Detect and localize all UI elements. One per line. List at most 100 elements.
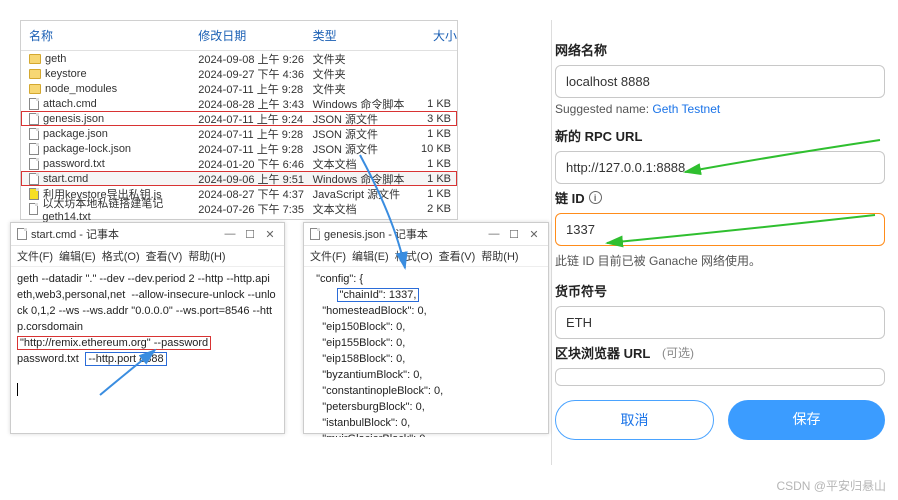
label-chain-id: 链 ID i [555,188,885,207]
file-size: 1 KB [407,128,457,140]
file-row[interactable]: password.txt2024-01-20 下午 6:46文本文档1 KB [21,156,457,171]
menu-edit[interactable]: 编辑(E) [350,248,391,264]
file-date: 2024-08-28 上午 3:43 [198,96,312,112]
file-type: JSON 源文件 [313,126,408,142]
file-type: Windows 命令脚本 [313,96,408,112]
input-currency[interactable]: ETH [555,306,885,339]
info-icon[interactable]: i [589,191,602,204]
file-explorer: 名称 修改日期 类型 大小 geth2024-09-08 上午 9:26文件夹k… [20,20,458,220]
file-size: 1 KB [407,158,457,170]
file-type: Windows 命令脚本 [313,171,408,187]
cmd-text-1: geth --datadir "." --dev --dev.period 2 … [17,273,276,333]
file-row[interactable]: node_modules 2024-07-11 上午 9:28文件夹 [21,81,457,96]
highlight-http-port: --http.port 8888 [85,352,166,366]
file-icon [29,128,39,140]
file-icon [29,158,39,170]
input-chain-id[interactable]: 1337 [555,213,885,246]
cancel-button[interactable]: 取消 [555,400,714,440]
file-name: 以太坊本地私链搭建笔记geth14.txt [42,195,198,223]
highlight-chainid: "chainId": 1337, [337,288,420,302]
titlebar[interactable]: genesis.json - 记事本 — ☐ ✕ [304,223,548,246]
label-network-name: 网络名称 [555,40,885,59]
suggested-name-link[interactable]: Geth Testnet [652,102,720,116]
col-size[interactable]: 大小 [407,25,457,46]
file-date: 2024-09-08 上午 9:26 [198,51,312,67]
button-row: 取消 保存 [555,400,885,440]
file-name: start.cmd [43,173,88,185]
file-date: 2024-08-27 下午 4:37 [198,186,312,202]
maximize-button[interactable]: ☐ [242,228,258,241]
menu-view[interactable]: 查看(V) [144,248,185,264]
minimize-button[interactable]: — [222,228,238,240]
file-size: 1 KB [407,188,457,200]
menu-format[interactable]: 格式(O) [393,248,435,264]
json-line: "config": { [310,273,363,285]
file-icon [29,188,39,200]
minimize-button[interactable]: — [486,228,502,240]
file-date: 2024-07-11 上午 9:28 [198,81,312,97]
col-date[interactable]: 修改日期 [198,25,312,46]
divider [551,20,552,465]
label-currency: 货币符号 [555,281,885,300]
title-text: start.cmd - 记事本 [31,226,119,242]
folder-icon [29,54,41,64]
menu-edit[interactable]: 编辑(E) [57,248,98,264]
file-row[interactable]: package.json 2024-07-11 上午 9:28JSON 源文件1 … [21,126,457,141]
menu-bar[interactable]: 文件(F) 编辑(E) 格式(O) 查看(V) 帮助(H) [11,246,284,267]
suggested-name: Suggested name: Geth Testnet [555,102,885,116]
titlebar[interactable]: start.cmd - 记事本 — ☐ ✕ [11,223,284,246]
file-size: 1 KB [407,173,457,185]
file-date: 2024-07-11 上午 9:28 [198,126,312,142]
title-text: genesis.json - 记事本 [324,226,428,242]
file-row[interactable]: start.cmd 2024-09-06 上午 9:51Windows 命令脚本1… [21,171,457,186]
menu-bar[interactable]: 文件(F) 编辑(E) 格式(O) 查看(V) 帮助(H) [304,246,548,267]
menu-help[interactable]: 帮助(H) [479,248,520,264]
menu-view[interactable]: 查看(V) [437,248,478,264]
file-row[interactable]: genesis.json2024-07-11 上午 9:24JSON 源文件3 … [21,111,457,126]
file-date: 2024-09-06 上午 9:51 [198,171,312,187]
col-type[interactable]: 类型 [313,25,408,46]
file-name: genesis.json [43,113,104,125]
menu-file[interactable]: 文件(F) [308,248,348,264]
editor-body[interactable]: geth --datadir "." --dev --dev.period 2 … [11,267,284,437]
file-name: keystore [45,68,87,80]
notepad-genesis-json: genesis.json - 记事本 — ☐ ✕ 文件(F) 编辑(E) 格式(… [303,222,549,434]
explorer-columns[interactable]: 名称 修改日期 类型 大小 [21,21,457,51]
menu-format[interactable]: 格式(O) [100,248,142,264]
file-row[interactable]: attach.cmd2024-08-28 上午 3:43Windows 命令脚本… [21,96,457,111]
file-name: package.json [43,128,108,140]
label-rpc: 新的 RPC URL [555,126,885,145]
highlight-remix-url: "http://remix.ethereum.org" --password [17,336,211,350]
menu-help[interactable]: 帮助(H) [186,248,227,264]
save-button[interactable]: 保存 [728,400,885,440]
file-row[interactable]: geth2024-09-08 上午 9:26文件夹 [21,51,457,66]
input-network-name[interactable]: localhost 8888 [555,65,885,98]
file-type: 文件夹 [313,81,408,97]
close-button[interactable]: ✕ [262,228,278,241]
menu-file[interactable]: 文件(F) [15,248,55,264]
file-row[interactable]: package-lock.json2024-07-11 上午 9:28JSON … [21,141,457,156]
file-size: 10 KB [407,143,457,155]
file-name: geth [45,53,66,65]
editor-body[interactable]: "config": { "chainId": 1337, "homesteadB… [304,267,548,437]
cmd-text-3: password.txt [17,353,79,365]
file-icon [29,143,39,155]
maximize-button[interactable]: ☐ [506,228,522,241]
file-size: 3 KB [407,113,457,125]
input-rpc-url[interactable]: http://127.0.0.1:8888 [555,151,885,184]
file-size: 2 KB [407,203,457,215]
col-name[interactable]: 名称 [29,25,198,46]
file-row[interactable]: keystore2024-09-27 下午 4:36文件夹 [21,66,457,81]
close-button[interactable]: ✕ [526,228,542,241]
file-icon [29,173,39,185]
label-explorer: 区块浏览器 URL (可选) [555,343,885,362]
file-icon [29,203,38,215]
watermark: CSDN @平安归悬山 [776,477,886,494]
input-explorer-url[interactable] [555,368,885,386]
notepad-start-cmd: start.cmd - 记事本 — ☐ ✕ 文件(F) 编辑(E) 格式(O) … [10,222,285,434]
file-type: JSON 源文件 [313,141,408,157]
network-form: 网络名称 localhost 8888 Suggested name: Geth… [555,40,885,440]
file-name: node_modules [45,83,117,95]
file-row[interactable]: 以太坊本地私链搭建笔记geth14.txt2024-07-26 下午 7:35文… [21,201,457,216]
file-type: JavaScript 源文件 [313,186,408,202]
